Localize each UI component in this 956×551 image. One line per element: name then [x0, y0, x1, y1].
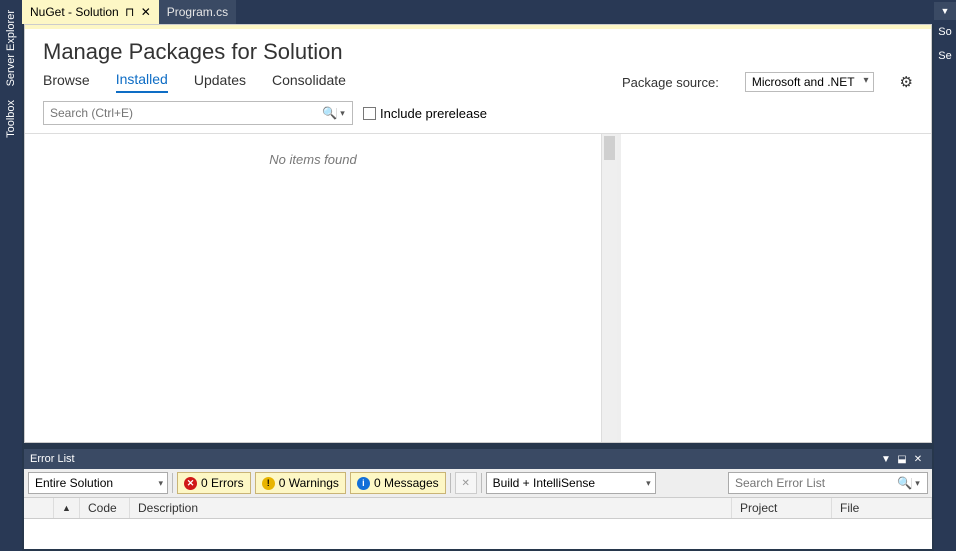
nav-consolidate[interactable]: Consolidate: [272, 72, 346, 92]
col-description[interactable]: Description: [130, 498, 732, 518]
tab-nuget-solution[interactable]: NuGet - Solution ⊓ ✕: [22, 0, 159, 24]
package-source-label: Package source:: [622, 75, 719, 90]
include-prerelease: Include prerelease: [363, 106, 487, 121]
warnings-count: 0 Warnings: [279, 476, 339, 490]
include-prerelease-label: Include prerelease: [380, 106, 487, 121]
col-project[interactable]: Project: [732, 498, 832, 518]
search-box: 🔍 ▾: [43, 101, 353, 125]
errors-toggle[interactable]: ✕ 0 Errors: [177, 472, 251, 494]
results-scrollbar[interactable]: [601, 134, 617, 442]
col-code[interactable]: Code: [80, 498, 130, 518]
search-icon[interactable]: 🔍: [897, 476, 911, 490]
nav-updates[interactable]: Updates: [194, 72, 246, 92]
nav-installed[interactable]: Installed: [116, 71, 168, 93]
error-list-toolbar: Entire Solution ✕ 0 Errors ! 0 Warnings …: [24, 469, 932, 497]
left-side-rail: Server Explorer Toolbox: [0, 0, 22, 551]
right-tab-search[interactable]: Se: [936, 44, 953, 68]
details-pane: [621, 134, 931, 442]
search-dropdown-icon[interactable]: ▾: [911, 478, 923, 489]
no-items-text: No items found: [269, 152, 356, 442]
error-list-title: Error List: [30, 453, 75, 465]
results-pane: No items found: [25, 134, 601, 442]
separator: [450, 473, 451, 493]
gear-icon[interactable]: ⚙: [900, 73, 913, 91]
nav-browse[interactable]: Browse: [43, 72, 90, 92]
error-search-input[interactable]: [735, 476, 897, 490]
package-source-dropdown[interactable]: Microsoft and .NET: [745, 72, 874, 92]
close-icon[interactable]: ✕: [141, 5, 151, 19]
warnings-toggle[interactable]: ! 0 Warnings: [255, 472, 346, 494]
error-search-box: 🔍 ▾: [728, 472, 928, 494]
right-rail-dropdown-icon[interactable]: ▼: [934, 2, 956, 20]
main-column: NuGet - Solution ⊓ ✕ Program.cs Manage P…: [22, 0, 934, 551]
error-icon: ✕: [184, 477, 197, 490]
messages-toggle[interactable]: i 0 Messages: [350, 472, 446, 494]
error-grid-header: ▲ Code Description Project File: [24, 497, 932, 519]
warning-icon: !: [262, 477, 275, 490]
nuget-nav: Browse Installed Updates Consolidate Pac…: [25, 69, 931, 99]
include-prerelease-checkbox[interactable]: [363, 107, 376, 120]
error-search-wrap: 🔍 ▾: [728, 472, 928, 494]
chevron-down-icon[interactable]: ▼: [878, 454, 894, 465]
right-side-rail: ▼ So Se: [934, 0, 956, 551]
error-list-titlebar: Error List ▼ ⬓ ✕: [24, 449, 932, 469]
tab-label: NuGet - Solution: [30, 5, 119, 19]
info-icon: i: [357, 477, 370, 490]
search-row: 🔍 ▾ Include prerelease: [25, 99, 931, 133]
error-list-panel: Error List ▼ ⬓ ✕ Entire Solution ✕ 0 Err…: [24, 449, 932, 549]
error-grid-body: [24, 519, 932, 549]
page-title: Manage Packages for Solution: [25, 29, 931, 69]
col-sort[interactable]: ▲: [54, 498, 80, 518]
separator: [172, 473, 173, 493]
col-file[interactable]: File: [832, 498, 932, 518]
messages-count: 0 Messages: [374, 476, 439, 490]
side-tab-server-explorer[interactable]: Server Explorer: [5, 6, 17, 90]
right-tab-solution-explorer[interactable]: So: [936, 20, 953, 44]
separator: [481, 473, 482, 493]
tab-program-cs[interactable]: Program.cs: [159, 0, 236, 24]
tab-label: Program.cs: [167, 5, 228, 19]
scope-dropdown[interactable]: Entire Solution: [28, 472, 168, 494]
col-icon[interactable]: [24, 498, 54, 518]
side-tab-toolbox[interactable]: Toolbox: [5, 96, 17, 142]
errors-count: 0 Errors: [201, 476, 244, 490]
nuget-panel: Manage Packages for Solution Browse Inst…: [24, 24, 932, 443]
document-tabbar: NuGet - Solution ⊓ ✕ Program.cs: [22, 0, 934, 24]
close-icon[interactable]: ✕: [910, 454, 926, 465]
clear-filter-button[interactable]: ✕: [455, 472, 477, 494]
pin-icon[interactable]: ⬓: [894, 454, 910, 465]
pin-icon[interactable]: ⊓: [125, 5, 135, 19]
search-dropdown-icon[interactable]: ▾: [336, 108, 348, 119]
search-input[interactable]: [50, 106, 322, 120]
search-icon[interactable]: 🔍: [322, 106, 336, 120]
split-container: No items found: [25, 133, 931, 442]
filter-dropdown[interactable]: Build + IntelliSense: [486, 472, 656, 494]
